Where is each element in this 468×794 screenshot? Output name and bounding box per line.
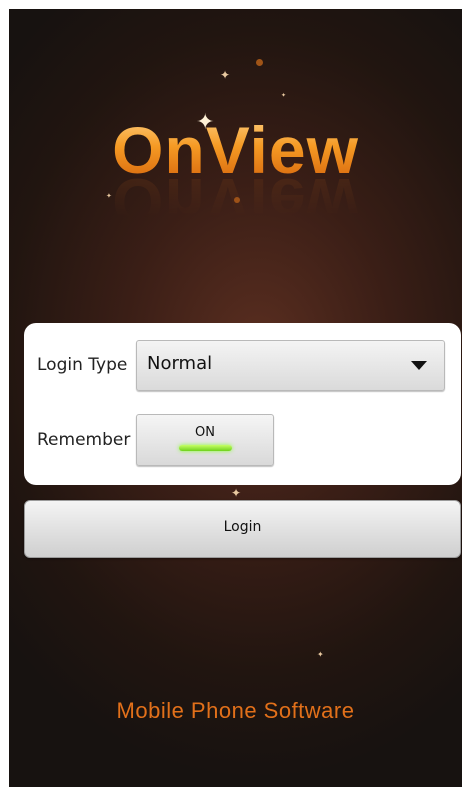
login-options-panel: Login Type Normal Remember ON bbox=[24, 323, 461, 485]
login-button-label: Login bbox=[223, 519, 262, 535]
footer-tagline: Mobile Phone Software bbox=[116, 698, 355, 723]
login-type-dropdown[interactable]: Normal bbox=[136, 340, 445, 391]
remember-toggle-text: ON bbox=[195, 425, 215, 440]
remember-toggle[interactable]: ON bbox=[136, 414, 274, 466]
sparkle-icon: ✦ bbox=[231, 486, 242, 500]
caret-down-icon bbox=[411, 361, 427, 370]
app-screen: ✦ ✦ ✦ ✦ ✦ ✦ OnView OnView Login Type Nor… bbox=[9, 9, 462, 787]
login-button[interactable]: Login bbox=[24, 500, 461, 558]
login-type-label: Login Type bbox=[37, 355, 128, 375]
sparkle-icon: ✦ bbox=[220, 68, 231, 82]
sparkle-icon: ✦ bbox=[281, 92, 287, 99]
app-logo-reflection: OnView bbox=[112, 165, 359, 239]
login-type-value: Normal bbox=[147, 353, 213, 374]
sparkle-dot bbox=[256, 59, 263, 66]
toggle-indicator-bar bbox=[179, 445, 232, 451]
remember-label: Remember bbox=[37, 430, 131, 450]
sparkle-icon: ✦ bbox=[317, 650, 324, 659]
